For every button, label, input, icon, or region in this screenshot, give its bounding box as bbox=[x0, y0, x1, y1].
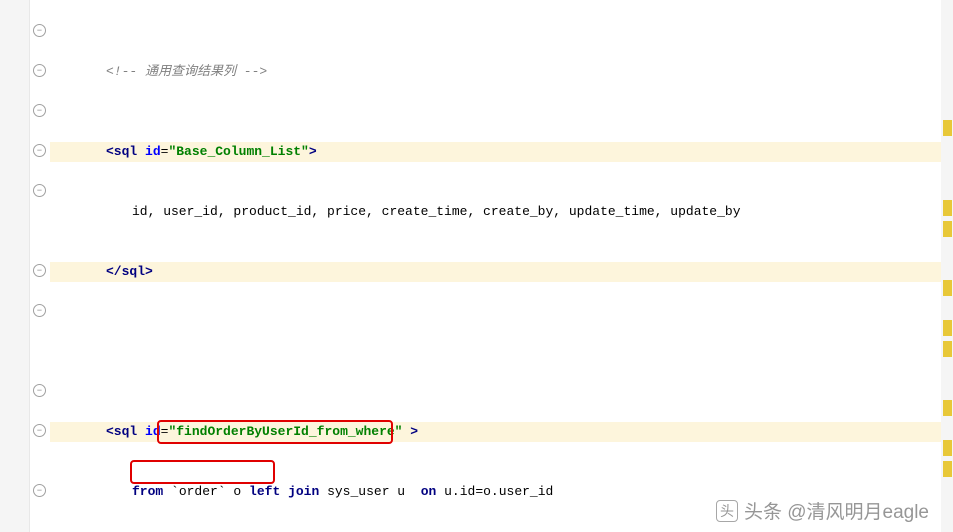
fold-toggle-icon[interactable] bbox=[33, 184, 46, 197]
warn-marker[interactable] bbox=[943, 221, 952, 237]
watermark-icon: 头 bbox=[716, 500, 738, 522]
sql-keyword: left bbox=[249, 484, 280, 499]
sql-keyword: on bbox=[421, 484, 437, 499]
warn-marker[interactable] bbox=[943, 280, 952, 296]
watermark-text: 头条 @清风明月eagle bbox=[744, 497, 929, 524]
fold-toggle-icon[interactable] bbox=[33, 264, 46, 277]
warn-marker[interactable] bbox=[943, 400, 952, 416]
code-area[interactable]: <!-- 通用查询结果列 --> <sql id="Base_Column_Li… bbox=[50, 0, 953, 532]
annotation-box bbox=[130, 460, 275, 484]
warn-marker[interactable] bbox=[943, 200, 952, 216]
xml-comment: <!-- 通用查询结果列 --> bbox=[106, 64, 267, 79]
xml-tag: <sql bbox=[106, 144, 145, 159]
xml-attr-value: "findOrderByUserId_from_where" bbox=[168, 424, 402, 439]
fold-toggle-icon[interactable] bbox=[33, 304, 46, 317]
fold-toggle-icon[interactable] bbox=[33, 104, 46, 117]
fold-column bbox=[30, 0, 50, 532]
fold-toggle-icon[interactable] bbox=[33, 64, 46, 77]
line-gutter bbox=[0, 0, 30, 532]
fold-toggle-icon[interactable] bbox=[33, 384, 46, 397]
fold-toggle-icon[interactable] bbox=[33, 484, 46, 497]
xml-attr-value: "Base_Column_List" bbox=[168, 144, 308, 159]
warn-marker[interactable] bbox=[943, 341, 952, 357]
fold-toggle-icon[interactable] bbox=[33, 424, 46, 437]
warn-marker[interactable] bbox=[943, 120, 952, 136]
fold-toggle-icon[interactable] bbox=[33, 24, 46, 37]
marker-strip bbox=[941, 0, 953, 532]
sql-columns: id, user_id, product_id, price, create_t… bbox=[132, 204, 741, 219]
code-editor: <!-- 通用查询结果列 --> <sql id="Base_Column_Li… bbox=[0, 0, 953, 532]
watermark: 头 头条 @清风明月eagle bbox=[716, 497, 929, 524]
warn-marker[interactable] bbox=[943, 320, 952, 336]
sql-keyword: join bbox=[280, 484, 319, 499]
xml-close-tag: </sql> bbox=[106, 264, 153, 279]
warn-marker[interactable] bbox=[943, 461, 952, 477]
xml-tag: <sql bbox=[106, 424, 145, 439]
fold-toggle-icon[interactable] bbox=[33, 144, 46, 157]
xml-attr-name: id bbox=[145, 424, 161, 439]
warn-marker[interactable] bbox=[943, 440, 952, 456]
sql-keyword: from bbox=[132, 484, 163, 499]
xml-attr-name: id bbox=[145, 144, 161, 159]
